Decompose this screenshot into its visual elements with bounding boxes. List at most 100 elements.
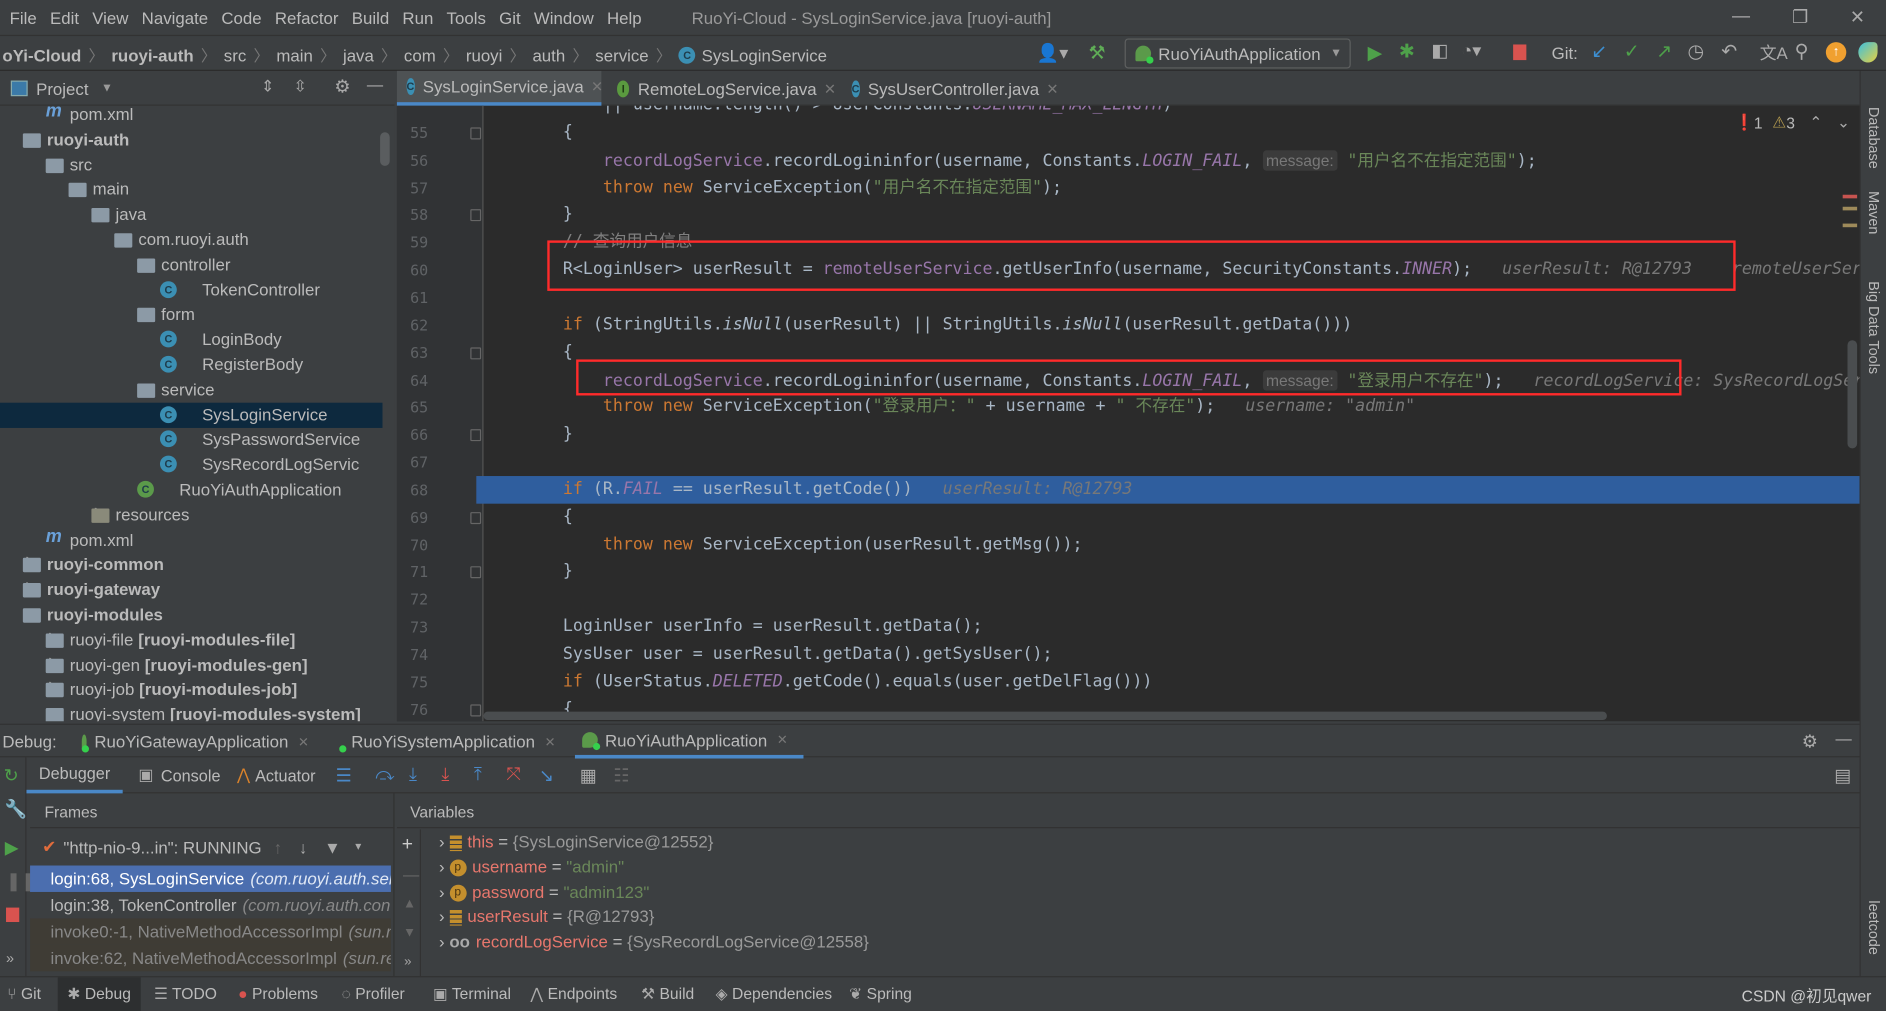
coverage-icon[interactable]: ◧	[1431, 40, 1448, 61]
frame-item[interactable]: login:38, TokenController (com.ruoyi.auth…	[30, 892, 391, 918]
big-data-tools[interactable]: Big Data Tools	[1866, 281, 1883, 374]
fold-marker-icon[interactable]	[470, 209, 482, 222]
close-icon[interactable]: ✕	[298, 734, 309, 749]
line-number[interactable]: 70	[397, 536, 428, 554]
chevron-right-icon[interactable]: ›	[439, 857, 449, 876]
line-number[interactable]: 71	[397, 563, 428, 581]
line-number[interactable]: 57	[397, 179, 428, 197]
tree-item[interactable]: C LoginBody	[0, 327, 382, 352]
breadcrumb-item[interactable]: service	[595, 45, 648, 64]
minimize-button[interactable]: —	[1732, 6, 1750, 26]
tree-item[interactable]: ⌵service	[0, 377, 382, 402]
line-number[interactable]: 55	[397, 124, 428, 142]
force-step-into-icon[interactable]: ⤓	[441, 765, 449, 785]
chevron-down-icon[interactable]: ▾	[355, 840, 361, 853]
menu-build[interactable]: Build	[352, 8, 389, 27]
toolwindow-todo[interactable]: ☰ TODO	[154, 985, 217, 1004]
close-icon[interactable]: ✕	[824, 80, 836, 97]
expand-all-icon[interactable]: ⇕	[261, 77, 275, 96]
tab-remotelogservice[interactable]: I RemoteLogService.java ✕	[607, 71, 836, 106]
close-icon[interactable]: ✕	[1046, 80, 1058, 97]
build-hammer-icon[interactable]: ⚒	[1089, 41, 1106, 65]
tab-sysusercontroller[interactable]: C SysUserController.java ✕	[842, 71, 1058, 106]
step-into-icon[interactable]: ⤓	[409, 765, 417, 785]
line-number[interactable]: 65	[397, 398, 428, 416]
plugin-icon[interactable]	[1858, 42, 1878, 63]
tab-debugger[interactable]: Debugger	[26, 757, 123, 794]
trace-icon[interactable]: ☷	[613, 765, 629, 786]
step-out-icon[interactable]: ⤒	[474, 765, 482, 785]
tree-item[interactable]: ⌵main	[0, 177, 382, 202]
thread-selector[interactable]: ✔ "http-nio-9...in": RUNNING ↑ ↓ ▼ ▾	[42, 837, 391, 857]
fold-marker-icon[interactable]	[470, 566, 482, 579]
chevron-right-icon[interactable]: ›	[439, 882, 449, 901]
menu-navigate[interactable]: Navigate	[142, 8, 208, 27]
menu-edit[interactable]: Edit	[50, 8, 79, 27]
user-icon[interactable]: 👤▾	[1037, 42, 1069, 63]
history-icon[interactable]: ◷	[1688, 40, 1705, 64]
chevron-right-icon[interactable]: ›	[439, 907, 449, 926]
debug-session-tab[interactable]: RuoYiGatewayApplication ✕	[75, 725, 309, 759]
stop-icon[interactable]	[1513, 44, 1527, 61]
drop-frame-icon[interactable]: ⤧	[506, 765, 520, 785]
stop-icon[interactable]	[6, 907, 20, 923]
close-icon[interactable]: ✕	[591, 78, 603, 95]
warning-stripe[interactable]	[1842, 223, 1858, 228]
tree-item[interactable]: ›ruoyi-job[ruoyi-modules-job]	[0, 676, 382, 702]
line-number[interactable]: 60	[397, 261, 428, 279]
line-number[interactable]: 67	[397, 453, 428, 471]
variable-item[interactable]: › this = {SysLoginService@12552}	[439, 829, 713, 854]
line-number[interactable]: 72	[397, 591, 428, 609]
debug-session-tab[interactable]: RuoYiSystemApplication ✕	[337, 725, 556, 759]
breadcrumb-item[interactable]: SysLoginService	[702, 45, 827, 64]
hide-panel-icon[interactable]: —	[367, 76, 383, 94]
error-stripe[interactable]	[1842, 194, 1858, 199]
tab-actuator[interactable]: ⋀ Actuator	[237, 766, 316, 785]
show-execution-point-icon[interactable]: ☰	[336, 765, 352, 786]
tree-item[interactable]: C SysLoginService	[0, 402, 383, 428]
filter-icon[interactable]: ▼	[324, 837, 341, 856]
more-icon[interactable]: »	[6, 950, 14, 967]
line-number[interactable]: 63	[397, 343, 428, 361]
next-issue-icon[interactable]: ⌄	[1837, 113, 1850, 132]
menu-window[interactable]: Window	[534, 8, 594, 27]
tree-item[interactable]: ⌵ruoyi-auth	[0, 127, 382, 152]
run-config-select[interactable]: RuoYiAuthApplication ▼	[1124, 38, 1351, 69]
vertical-scrollbar[interactable]	[1847, 340, 1858, 449]
tree-item[interactable]: ⌵form	[0, 302, 382, 327]
breadcrumb-item[interactable]: oYi-Cloud	[2, 45, 81, 64]
tree-item[interactable]: C SysPasswordService	[0, 427, 382, 452]
menu-code[interactable]: Code	[221, 8, 261, 27]
chevron-right-icon[interactable]: ›	[439, 832, 449, 851]
breadcrumb-item[interactable]: ruoyi	[466, 45, 503, 64]
frame-item[interactable]: invoke:62, NativeMethodAccessorImpl (sun.…	[30, 944, 391, 972]
toolwindow-git[interactable]: ⑂ Git	[7, 985, 41, 1003]
git-commit-icon[interactable]: ✓	[1624, 40, 1640, 64]
toolwindow-dependencies[interactable]: ◈ Dependencies	[716, 985, 832, 1004]
tab-sysloginservice[interactable]: C SysLoginService.java ✕	[396, 70, 603, 106]
menu-view[interactable]: View	[92, 8, 128, 27]
arrow-down-icon[interactable]: ↓	[299, 837, 307, 856]
debug-icon[interactable]: ✱	[1399, 40, 1415, 64]
debug-session-tab[interactable]: RuoYiAuthApplication ✕	[574, 725, 804, 759]
database-tool[interactable]: Database	[1866, 107, 1883, 169]
wrench-icon[interactable]: 🔧	[5, 798, 27, 819]
fold-marker-icon[interactable]	[470, 511, 482, 524]
tree-item[interactable]: ›ruoyi-file[ruoyi-modules-file]	[0, 626, 382, 652]
maven-tool[interactable]: Maven	[1866, 191, 1883, 234]
toolwindow-endpoints[interactable]: ⋀ Endpoints	[530, 985, 617, 1004]
horizontal-scrollbar[interactable]	[483, 711, 1607, 721]
prev-issue-icon[interactable]: ⌃	[1809, 113, 1822, 132]
breadcrumb-item[interactable]: java	[343, 45, 374, 64]
fold-marker-icon[interactable]	[470, 429, 482, 442]
variable-item[interactable]: › userResult = {R@12793}	[439, 904, 654, 929]
breadcrumb-item[interactable]: src	[224, 45, 246, 64]
collapse-all-icon[interactable]: ⇳	[293, 77, 307, 96]
git-update-icon[interactable]: ↙	[1591, 40, 1607, 64]
tree-item[interactable]: ⌵controller	[0, 252, 382, 277]
line-number[interactable]: 56	[397, 151, 428, 169]
tree-item[interactable]: C SysRecordLogServic	[0, 452, 382, 477]
toolwindow-terminal[interactable]: ▣ Terminal	[433, 985, 511, 1004]
menu-help[interactable]: Help	[607, 8, 642, 27]
breadcrumb-item[interactable]: ruoyi-auth	[111, 45, 193, 64]
